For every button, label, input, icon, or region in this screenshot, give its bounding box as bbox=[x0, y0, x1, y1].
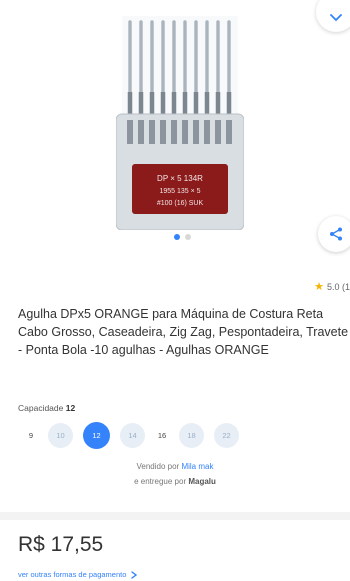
capacity-options: 9 10 12 14 16 18 22 bbox=[24, 422, 239, 449]
product-gallery[interactable]: DP × 5 134R 1955 135 × 5 #100 (16) SUK bbox=[0, 0, 350, 252]
delivered-by-prefix: e entregue por bbox=[134, 477, 187, 486]
capacity-option-12[interactable]: 12 bbox=[83, 422, 110, 449]
delivered-by: e entregue por Magalu bbox=[0, 477, 350, 486]
section-divider bbox=[0, 512, 350, 520]
payment-options-label: ver outras formas de pagamento bbox=[18, 570, 127, 579]
share-button[interactable] bbox=[318, 216, 350, 252]
image-label-line-2: 1955 135 × 5 bbox=[159, 188, 200, 195]
rating[interactable]: ★ 5.0 (1 bbox=[314, 280, 350, 293]
price: R$ 17,55 bbox=[18, 533, 104, 556]
capacity-option-14[interactable]: 14 bbox=[120, 423, 145, 448]
rating-value: 5.0 (1 bbox=[326, 281, 350, 292]
image-label-line-3: #100 (16) SUK bbox=[157, 200, 204, 207]
capacity-option-16[interactable]: 16 bbox=[155, 423, 169, 448]
courier-name: Magalu bbox=[188, 477, 216, 486]
star-icon: ★ bbox=[314, 281, 324, 293]
collapse-button[interactable] bbox=[316, 0, 350, 32]
product-title: Agulha DPx5 ORANGE para Máquina de Costu… bbox=[18, 307, 349, 357]
capacity-option-18[interactable]: 18 bbox=[179, 423, 204, 448]
capacity-label: Capacidade 12 bbox=[18, 403, 75, 413]
pagination-dot-active[interactable] bbox=[174, 234, 180, 240]
share-icon bbox=[330, 227, 342, 241]
pagination-dot[interactable] bbox=[185, 234, 191, 240]
capacity-option-10[interactable]: 10 bbox=[48, 423, 73, 448]
chevron-right-icon bbox=[131, 570, 138, 579]
image-label-line-1: DP × 5 134R bbox=[157, 174, 203, 183]
chevron-down-icon bbox=[330, 14, 342, 22]
sold-by-prefix: Vendido por bbox=[136, 462, 180, 471]
capacity-label-text: Capacidade bbox=[18, 403, 64, 413]
gallery-pagination bbox=[174, 234, 191, 240]
capacity-option-22[interactable]: 22 bbox=[214, 423, 239, 448]
payment-options-link[interactable]: ver outras formas de pagamento bbox=[18, 570, 138, 579]
seller-link[interactable]: Mila mak bbox=[181, 462, 213, 471]
product-image[interactable]: DP × 5 134R 1955 135 × 5 #100 (16) SUK bbox=[116, 16, 244, 230]
sold-by: Vendido por Mila mak bbox=[0, 462, 350, 471]
capacity-option-9[interactable]: 9 bbox=[24, 423, 38, 448]
capacity-selected-value: 12 bbox=[65, 403, 76, 413]
